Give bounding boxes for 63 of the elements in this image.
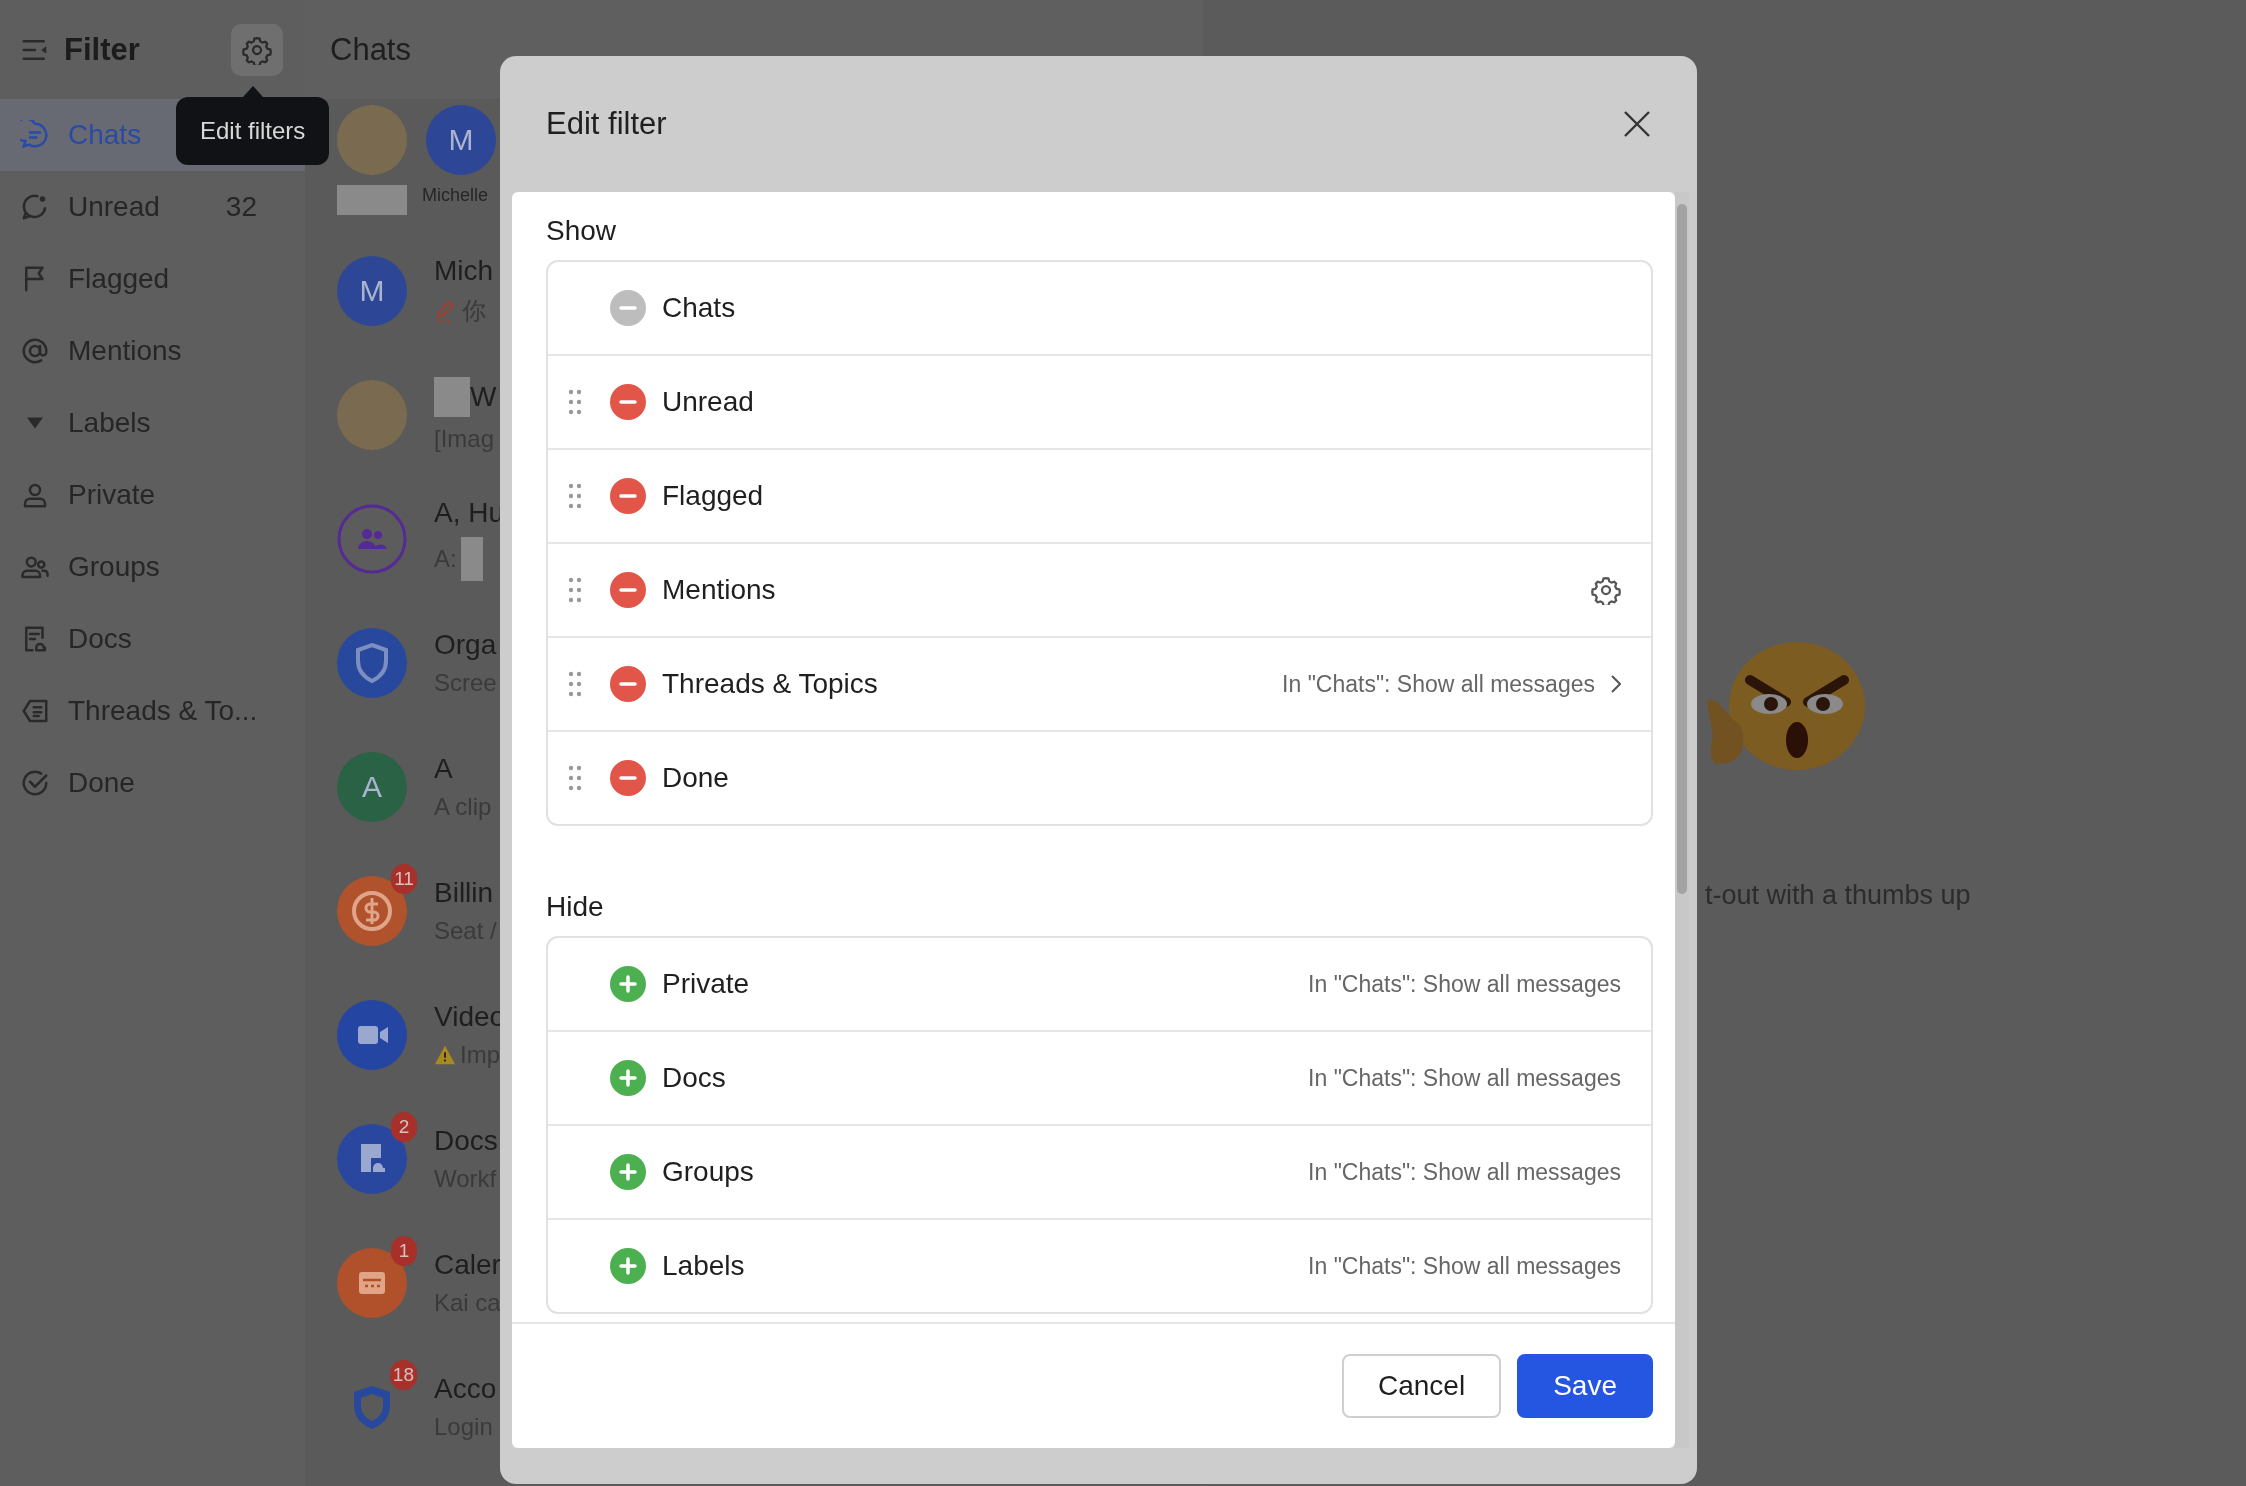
chat-name: Mich [434,255,494,287]
chat-name: Docs [434,1125,498,1157]
add-icon[interactable] [610,966,646,1002]
unread-badge: 11 [391,864,417,894]
at-sign-icon [20,336,50,366]
filter-row[interactable]: Threads & Topics In "Chats": Show all messages [548,636,1651,730]
filter-detail: In "Chats": Show all messages [1308,1158,1621,1186]
check-circle-icon [20,768,50,798]
dialog-title: Edit filter [546,106,667,142]
chat-name: W [470,381,497,413]
drag-handle-icon[interactable] [568,765,582,791]
unread-badge: 18 [389,1360,417,1390]
filter-row[interactable]: Private In "Chats": Show all messages [548,938,1651,1030]
filter-row[interactable]: Groups In "Chats": Show all messages [548,1124,1651,1218]
remove-icon[interactable] [610,666,646,702]
remove-icon[interactable] [610,572,646,608]
remove-icon[interactable] [610,384,646,420]
filter-row[interactable]: Done [548,730,1651,824]
filter-detail: In "Chats": Show all messages [1282,670,1595,698]
remove-icon[interactable] [610,760,646,796]
settings-icon[interactable] [1591,575,1621,605]
unread-badge: 1 [391,1236,417,1266]
settings-button[interactable] [231,23,283,76]
tooltip: Edit filters [176,97,330,165]
drag-handle-icon[interactable] [568,671,582,697]
letter-avatar: M [337,256,407,326]
unread-count: 32 [225,191,257,223]
section-heading: Show [546,214,618,248]
tooltip-arrow [242,86,263,97]
filter-row[interactable]: Labels In "Chats": Show all messages [548,1218,1651,1312]
filter-detail: In "Chats": Show all messages [1308,1252,1621,1280]
filter-detail: In "Chats": Show all messages [1308,970,1621,998]
filter-row[interactable]: Docs In "Chats": Show all messages [548,1030,1651,1124]
scrollbar[interactable] [1675,192,1689,1448]
drag-handle-icon[interactable] [568,483,582,509]
caret-down-icon [27,417,43,429]
filter-row[interactable]: Chats [548,262,1651,354]
filter-row[interactable]: Flagged [548,448,1651,542]
filter-detail: In "Chats": Show all messages [1308,1064,1621,1092]
chat-name: Billin [434,877,494,909]
remove-icon[interactable] [610,290,646,326]
chat-bubble-icon [20,120,50,150]
filter-row[interactable]: Unread [548,354,1651,448]
drag-handle-icon[interactable] [568,389,582,415]
drag-handle-icon[interactable] [568,577,582,603]
letter-avatar: A [337,752,407,822]
filter-row[interactable]: Mentions [548,542,1651,636]
remove-icon[interactable] [610,478,646,514]
add-icon[interactable] [610,1060,646,1096]
add-icon[interactable] [610,1248,646,1284]
letter-avatar: M [426,105,496,175]
sidebar-title: Filter [64,31,140,68]
chat-name: A [434,753,453,785]
add-icon[interactable] [610,1154,646,1190]
chat-name: Orga [434,629,497,661]
save-button[interactable]: Save [1517,1354,1653,1418]
section-heading: Hide [546,890,605,924]
chat-name: Caler [434,1249,501,1281]
warning-icon [434,1044,456,1066]
unread-badge: 2 [391,1112,417,1142]
cancel-button[interactable]: Cancel [1342,1354,1502,1418]
settings-icon [242,34,272,65]
chat-name: Acco [434,1373,497,1405]
